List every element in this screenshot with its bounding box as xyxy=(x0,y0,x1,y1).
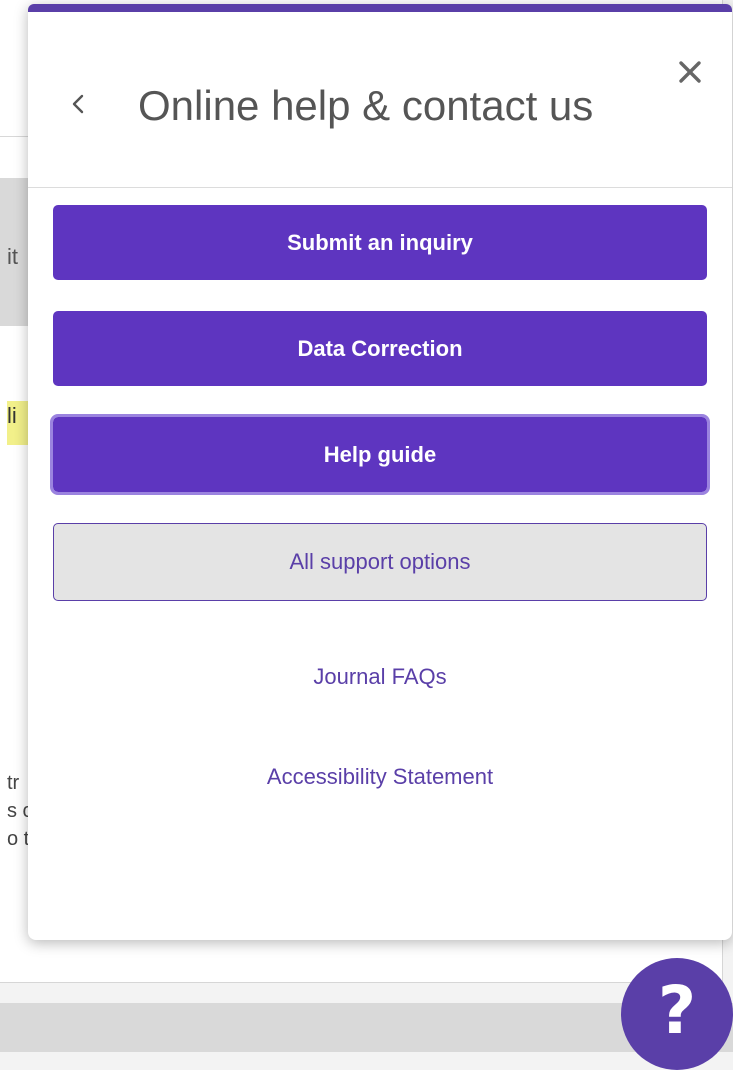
background-text-fragment: tr xyxy=(7,772,20,794)
panel-header: Online help & contact us xyxy=(28,12,732,188)
question-mark-icon: ? xyxy=(657,972,697,1049)
background-highlighted-text: li xyxy=(7,401,29,445)
chevron-left-icon xyxy=(72,94,84,114)
accessibility-statement-link[interactable]: Accessibility Statement xyxy=(28,764,732,790)
help-floating-button[interactable]: ? xyxy=(621,958,733,1070)
close-button[interactable] xyxy=(670,52,710,92)
help-panel: Online help & contact us Submit an inqui… xyxy=(28,4,732,940)
background-text-fragment: it xyxy=(7,244,18,269)
data-correction-button[interactable]: Data Correction xyxy=(53,311,707,386)
panel-title: Online help & contact us xyxy=(138,82,594,129)
help-guide-button[interactable]: Help guide xyxy=(50,414,710,495)
close-icon xyxy=(679,61,701,83)
all-support-options-button[interactable]: All support options xyxy=(53,523,707,601)
background-text-fragment: s c xyxy=(7,800,29,822)
submit-inquiry-button[interactable]: Submit an inquiry xyxy=(53,205,707,280)
background-text-fragment: o t xyxy=(7,828,29,850)
back-button[interactable] xyxy=(58,82,98,126)
journal-faqs-link[interactable]: Journal FAQs xyxy=(28,664,732,690)
